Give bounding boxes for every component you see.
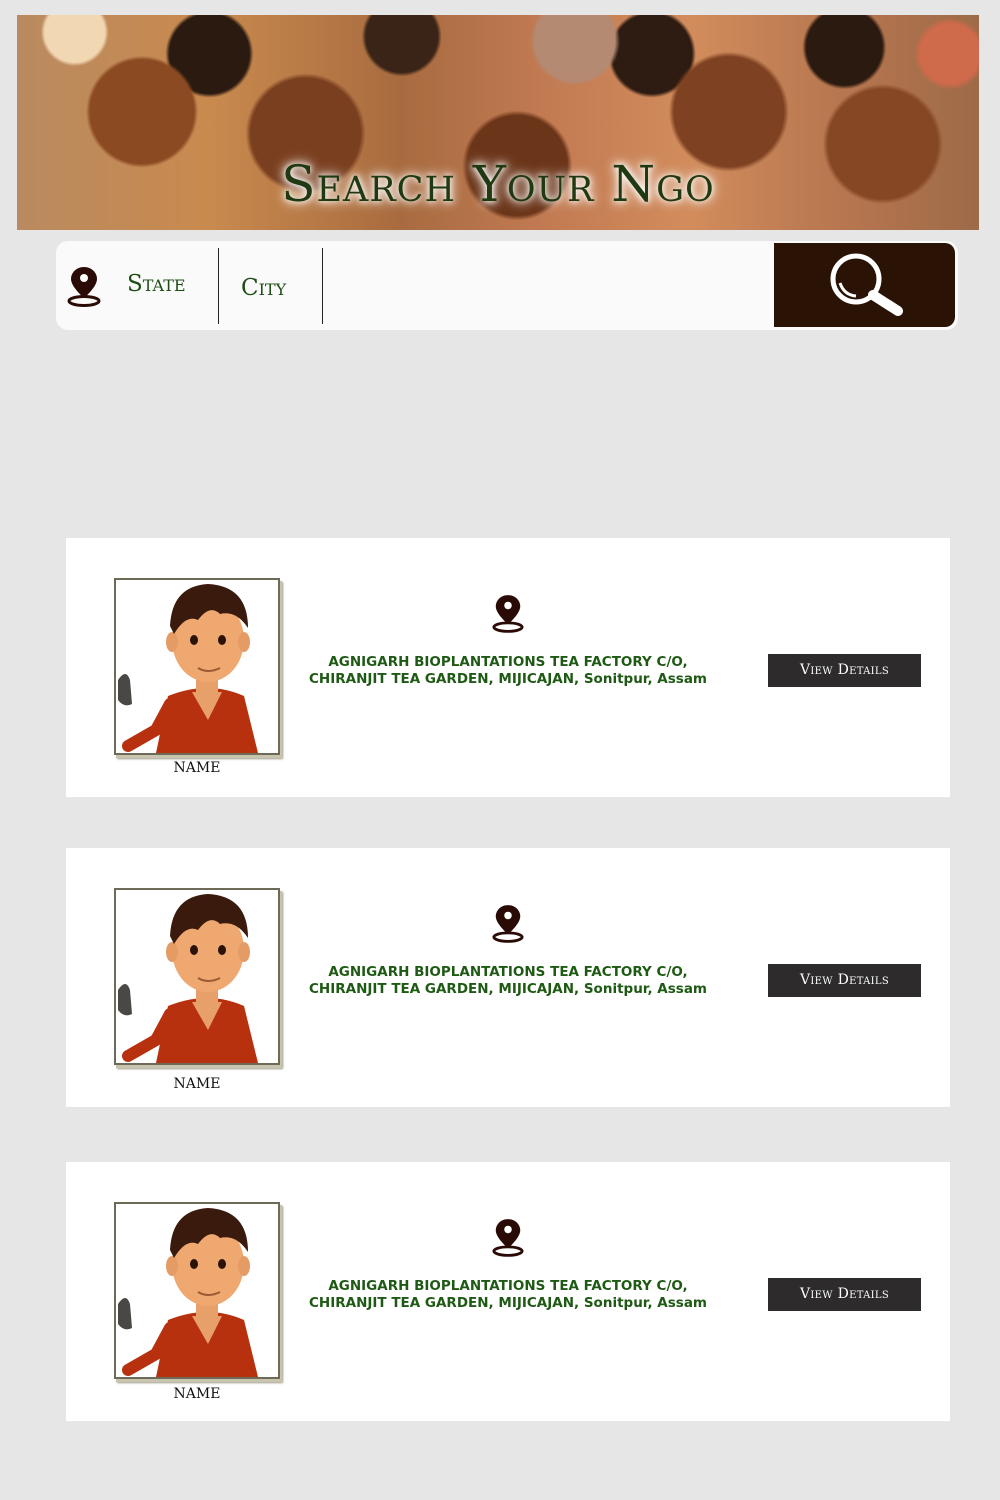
address-line: CHIRANJIT TEA GARDEN, MIJICAJAN, Sonitpu… (309, 671, 707, 687)
location-pin-icon (492, 595, 524, 633)
person-illustration (118, 584, 258, 753)
location-pin-icon (492, 905, 524, 943)
divider (322, 248, 323, 324)
hero-banner: Search Your Ngo (17, 15, 979, 230)
person-illustration (118, 894, 258, 1063)
location-pin-icon (67, 267, 101, 307)
ngo-address: AGNIGARH BIOPLANTATIONS TEA FACTORY C/O,… (296, 654, 720, 688)
address-line: AGNIGARH BIOPLANTATIONS TEA FACTORY C/O, (328, 964, 688, 980)
avatar (114, 1202, 280, 1379)
address-line: AGNIGARH BIOPLANTATIONS TEA FACTORY C/O, (328, 654, 688, 670)
page-title: Search Your Ngo (281, 155, 715, 213)
city-selector[interactable]: City (241, 275, 286, 301)
state-selector[interactable]: State (127, 271, 186, 297)
divider (218, 248, 219, 324)
ngo-card: NAME AGNIGARH BIOPLANTATIONS TEA FACTORY… (66, 848, 950, 1107)
person-illustration (118, 1208, 258, 1377)
view-details-button[interactable]: View Details (768, 964, 921, 997)
search-bar: State City (56, 241, 958, 330)
search-button[interactable] (774, 243, 955, 327)
ngo-card: NAME AGNIGARH BIOPLANTATIONS TEA FACTORY… (66, 1162, 950, 1421)
avatar (114, 888, 280, 1065)
view-details-button[interactable]: View Details (768, 654, 921, 687)
search-icon (830, 253, 903, 316)
ngo-card: NAME AGNIGARH BIOPLANTATIONS TEA FACTORY… (66, 538, 950, 797)
avatar (114, 578, 280, 755)
ngo-name: NAME (173, 1386, 221, 1402)
address-line: CHIRANJIT TEA GARDEN, MIJICAJAN, Sonitpu… (309, 1295, 707, 1311)
view-details-button[interactable]: View Details (768, 1278, 921, 1311)
location-pin-icon (492, 1219, 524, 1257)
ngo-name: NAME (173, 760, 221, 776)
ngo-address: AGNIGARH BIOPLANTATIONS TEA FACTORY C/O,… (296, 964, 720, 998)
address-line: CHIRANJIT TEA GARDEN, MIJICAJAN, Sonitpu… (309, 981, 707, 997)
ngo-name: NAME (173, 1076, 221, 1092)
address-line: AGNIGARH BIOPLANTATIONS TEA FACTORY C/O, (328, 1278, 688, 1294)
ngo-address: AGNIGARH BIOPLANTATIONS TEA FACTORY C/O,… (296, 1278, 720, 1312)
